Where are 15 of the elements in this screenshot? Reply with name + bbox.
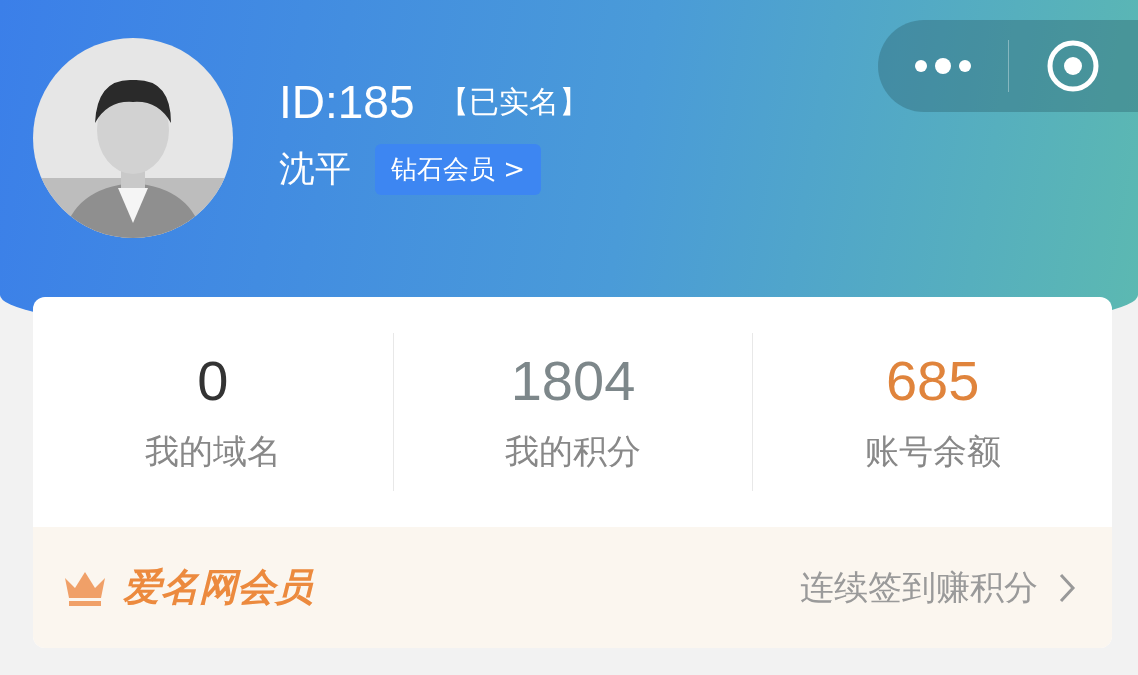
chevron-right-icon: [1058, 571, 1076, 604]
user-name: 沈平: [279, 147, 351, 191]
stat-value: 685: [885, 349, 980, 413]
stat-value: 1804: [510, 349, 636, 413]
stat-label: 我的积分: [505, 430, 641, 473]
user-id: ID:185: [279, 75, 415, 130]
verified-label: 【已实名】: [438, 82, 589, 121]
more-icon[interactable]: [912, 56, 973, 76]
member-title: 爱名网会员: [123, 564, 313, 611]
sign-in-link[interactable]: 连续签到赚积分: [800, 564, 1038, 611]
stat-label: 账号余额: [864, 430, 1001, 473]
member-bar[interactable]: 爱名网会员 连续签到赚积分: [33, 527, 1112, 648]
stat-value: 0: [197, 349, 229, 413]
stat-label: 我的域名: [144, 430, 281, 473]
membership-badge[interactable]: 钻石会员 >: [375, 144, 542, 195]
